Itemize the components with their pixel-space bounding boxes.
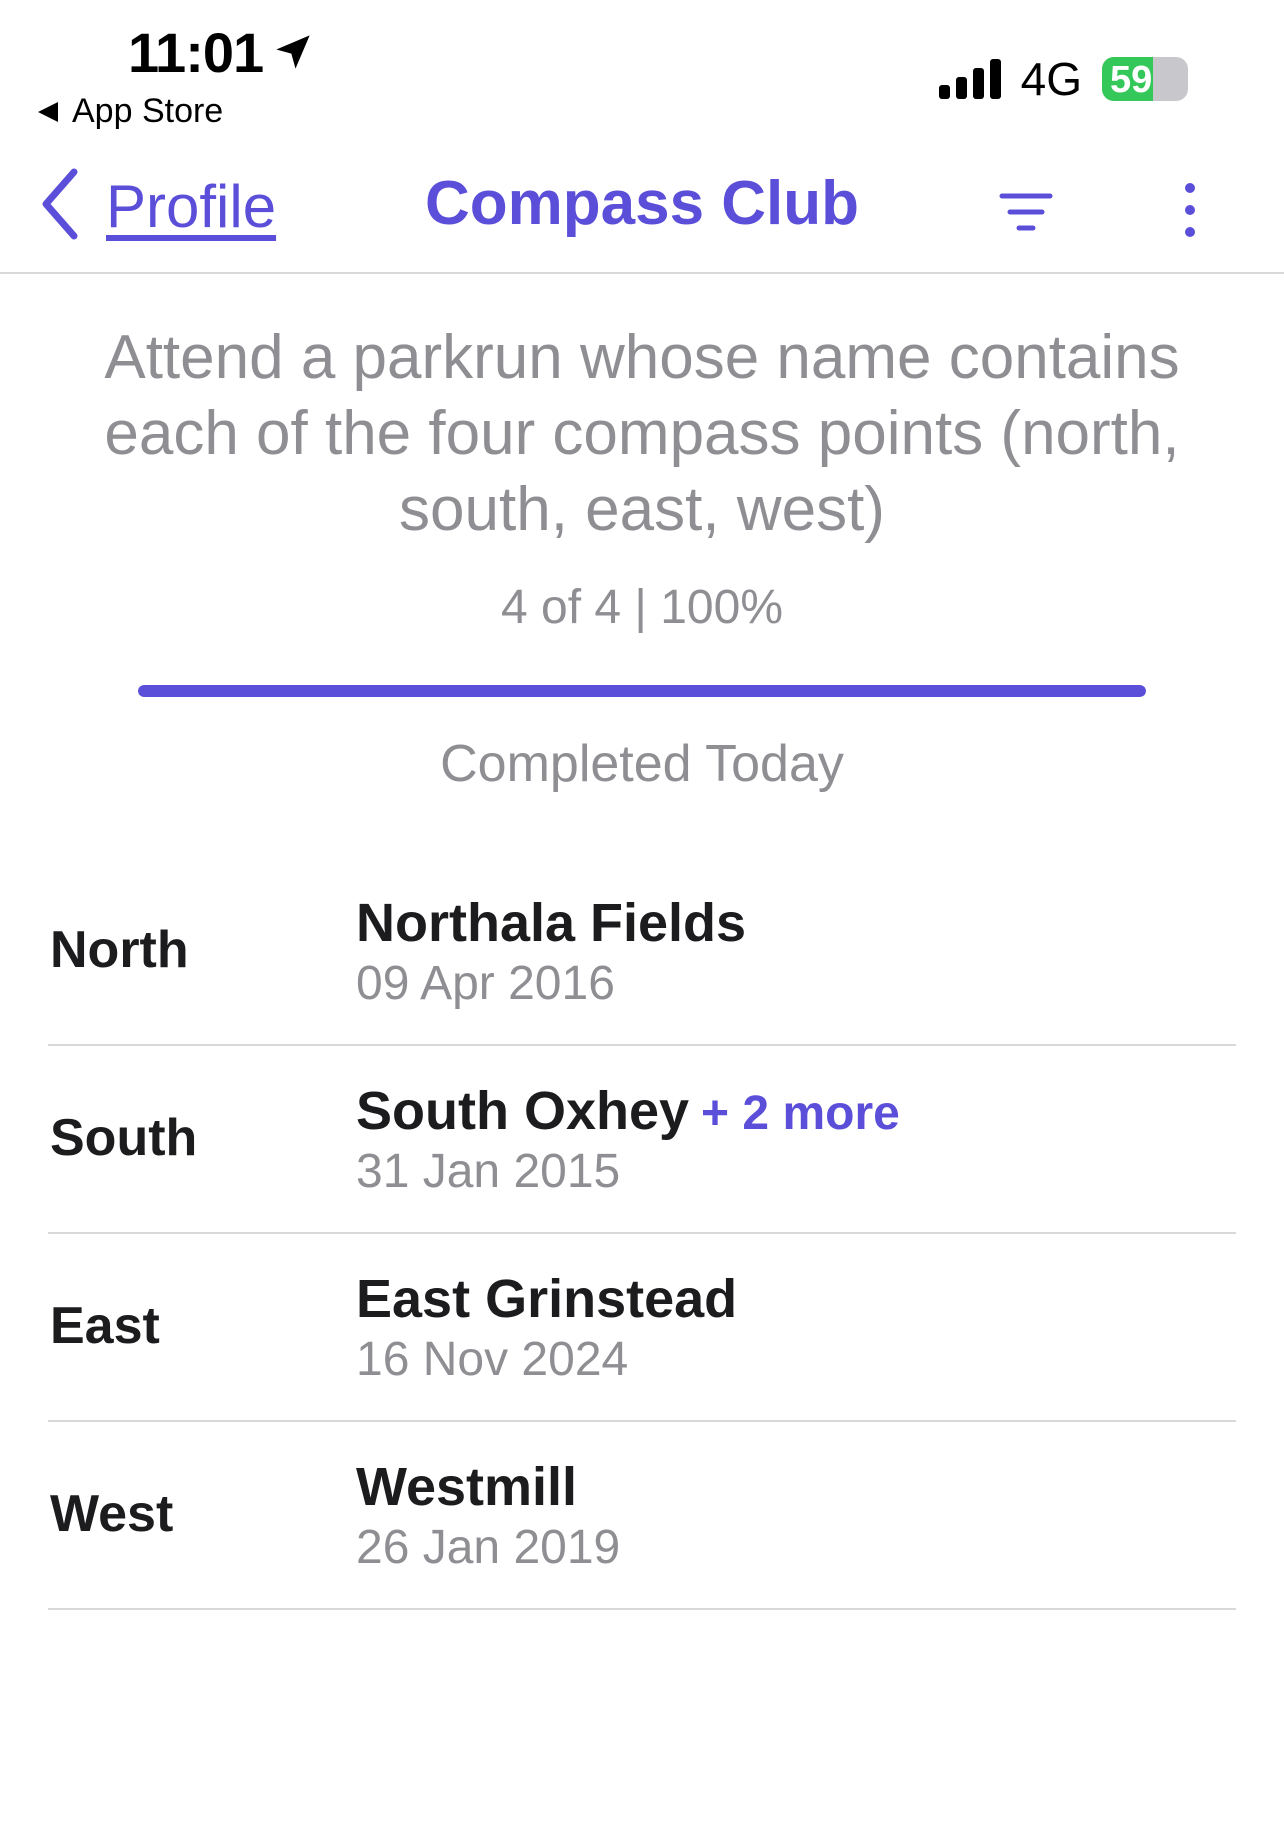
compass-club-screen: 11:01 App Store 4G 59 Compass Club Profi… <box>0 0 1284 1845</box>
event-name-text: Westmill <box>356 1457 578 1517</box>
filter-button[interactable] <box>996 182 1056 242</box>
return-to-app-store[interactable]: App Store <box>38 92 223 131</box>
progress-bar <box>138 685 1146 697</box>
battery-level: 59 <box>1110 59 1153 101</box>
back-button[interactable]: Profile <box>40 168 276 245</box>
back-triangle-icon <box>38 101 58 122</box>
compass-direction: West <box>50 1485 174 1543</box>
status-indicators: 4G 59 <box>938 52 1188 106</box>
progress-bar-fill <box>138 685 1146 697</box>
event-name-text: Northala Fields <box>356 893 747 953</box>
event-name: Northala Fields <box>356 892 746 954</box>
status-time-text: 11:01 <box>128 21 264 84</box>
progress-text: 4 of 4 | 100% <box>501 581 783 634</box>
battery-icon: 59 <box>1102 57 1188 101</box>
return-app-label: App Store <box>72 92 224 130</box>
navigation-bar: Compass Club Profile <box>0 150 1284 274</box>
compass-direction: East <box>50 1297 160 1355</box>
event-date: 09 Apr 2016 <box>356 957 615 1010</box>
event-name: South Oxhey + 2 more <box>356 1080 900 1142</box>
compass-direction: South <box>50 1109 198 1167</box>
compass-direction: North <box>50 921 189 979</box>
status-time: 11:01 <box>128 20 313 85</box>
event-name: East Grinstead <box>356 1268 737 1330</box>
list-item-south[interactable]: South South Oxhey + 2 more 31 Jan 2015 <box>48 1046 1236 1234</box>
filter-icon <box>996 193 1056 246</box>
vertical-ellipsis-icon <box>1170 183 1210 246</box>
completion-status: Completed Today <box>440 735 844 793</box>
event-date: 16 Nov 2024 <box>356 1333 629 1386</box>
more-events-link[interactable]: + 2 more <box>701 1087 900 1140</box>
chevron-left-icon <box>40 168 80 245</box>
more-options-button[interactable] <box>1170 178 1210 242</box>
cellular-signal-icon <box>938 59 1001 99</box>
event-name: Westmill <box>356 1456 577 1518</box>
event-name-text: East Grinstead <box>356 1269 738 1329</box>
list-item-east[interactable]: East East Grinstead 16 Nov 2024 <box>48 1234 1236 1422</box>
challenge-description: Attend a parkrun whose name contains eac… <box>104 323 1180 544</box>
event-date: 31 Jan 2015 <box>356 1145 621 1198</box>
event-name-text: South Oxhey <box>356 1081 690 1141</box>
back-button-label: Profile <box>106 173 277 240</box>
list-item-west[interactable]: West Westmill 26 Jan 2019 <box>48 1422 1236 1610</box>
location-arrow-icon <box>273 20 313 85</box>
compass-points-list: North Northala Fields 09 Apr 2016 South … <box>48 858 1236 1610</box>
network-type: 4G <box>1020 53 1082 105</box>
list-item-north[interactable]: North Northala Fields 09 Apr 2016 <box>48 858 1236 1046</box>
event-date: 26 Jan 2019 <box>356 1521 621 1574</box>
